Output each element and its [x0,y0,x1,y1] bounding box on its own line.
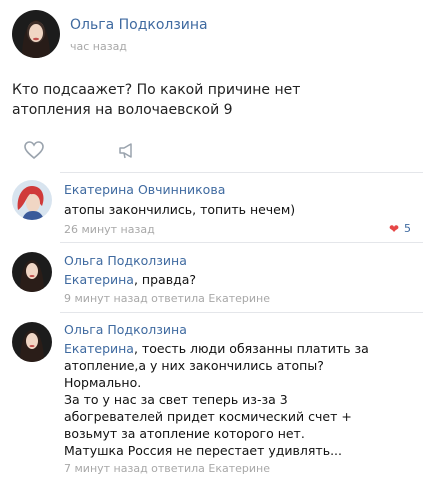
mention-link[interactable]: Екатерина [64,272,134,287]
divider [60,172,423,173]
post-text: Кто подсаажет? По какой причине нет атоп… [12,80,312,120]
comment-text-line: Екатерина, правда? [64,271,196,288]
post-text-line: атопления на волочаевской 9 [12,102,233,118]
comment-text-rest: , тоесть люди обязанны платить за [133,341,369,356]
comment-text-line: атопление,а у них закончились атопы? [64,358,324,373]
comment-text-line: Матушка Россия не перестает удивлять... [64,443,342,458]
divider [60,242,423,243]
comment-time: 9 минут назад ответила Екатерине [64,292,270,305]
comment-text-line: Екатерина, тоесть люди обязанны платить … [64,340,369,357]
post-time: час назад [70,40,127,53]
avatar[interactable] [12,10,60,58]
comment-text-line: За то у нас за свет теперь из-за 3 [64,392,288,407]
comment-author-name[interactable]: Ольга Подколзина [64,253,187,268]
comment-time: 26 минут назад [64,223,155,236]
comment-text-rest: , правда? [133,272,197,287]
post-header: Ольга Подколзина час назад [0,0,423,72]
heart-outline-icon[interactable] [22,138,46,162]
comment-text: атопы закончились, топить нечем) [64,201,295,218]
avatar[interactable] [12,180,52,220]
mention-link[interactable]: Екатерина [64,341,134,356]
comment-author-name[interactable]: Ольга Подколзина [64,322,187,337]
divider [60,312,423,313]
comment-text: Екатерина, тоесть люди обязанны платить … [64,340,369,459]
comment-author-name[interactable]: Екатерина Овчинникова [64,182,225,197]
comment-text-line: Нормально. [64,375,142,390]
like-count: 5 [404,222,411,235]
comment-text-line: возьмут за атопление которого нет. [64,426,305,441]
avatar[interactable] [12,252,52,292]
post-text-line: Кто подсаажет? По какой причине нет [12,82,301,98]
heart-filled-icon[interactable]: ❤ [389,223,399,235]
comment-time: 7 минут назад ответила Екатерине [64,462,270,475]
megaphone-icon[interactable] [116,138,140,162]
post-author-name[interactable]: Ольга Подколзина [70,17,208,33]
comment-text-line: абогревателей придет космический счет + [64,409,352,424]
comment-text: Екатерина, правда? [64,271,196,288]
avatar[interactable] [12,322,52,362]
comment-text-line: атопы закончились, топить нечем) [64,202,296,217]
post-actions [12,138,152,164]
comment-likes[interactable]: ❤ 5 [389,222,411,235]
